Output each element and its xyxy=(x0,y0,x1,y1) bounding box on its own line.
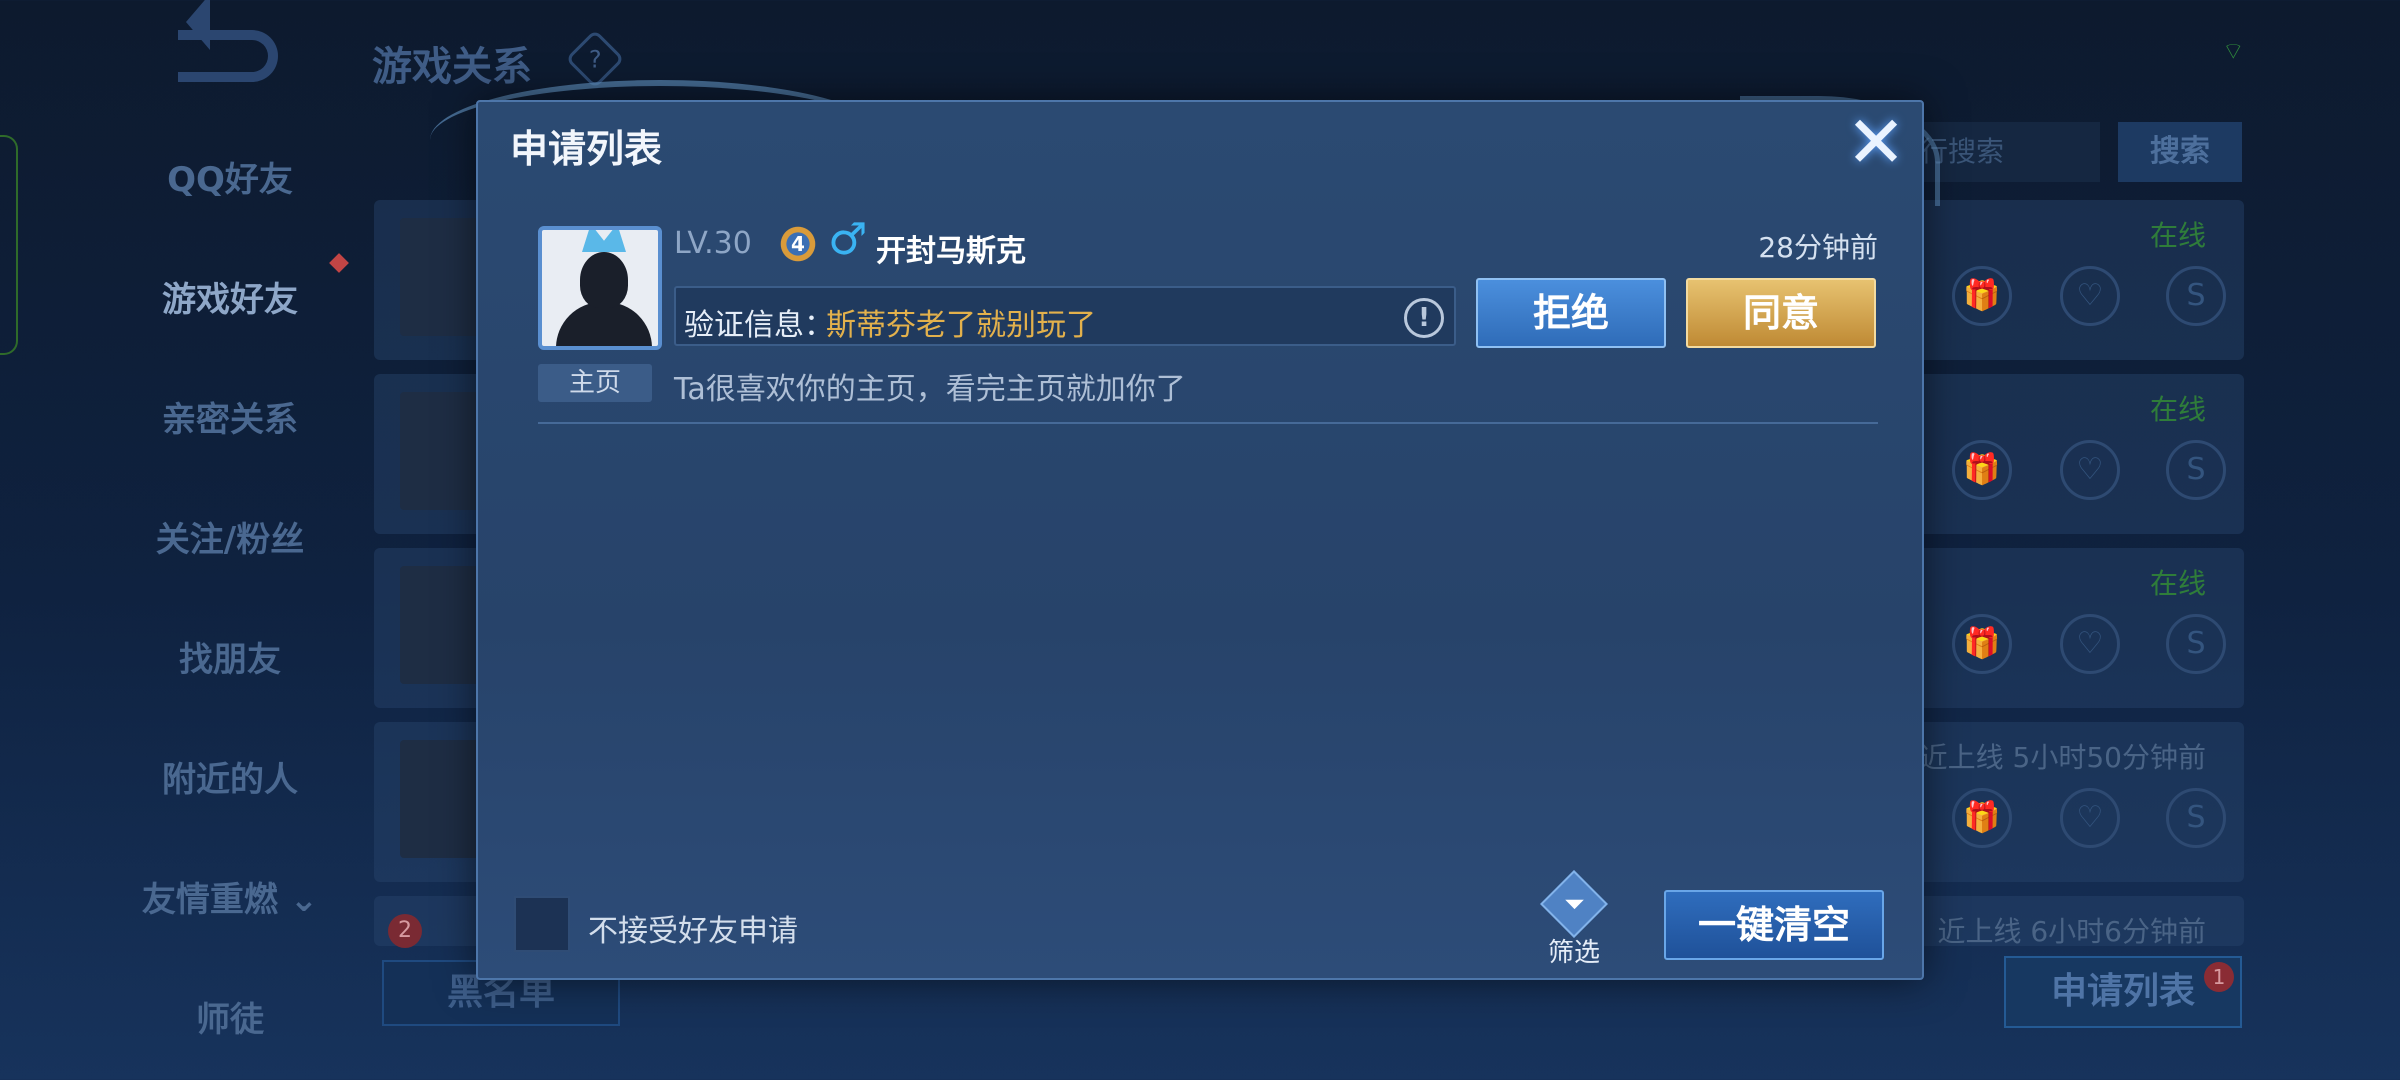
close-icon[interactable]: ✕ xyxy=(1838,106,1914,182)
male-icon: ♂ xyxy=(828,214,868,265)
heart-icon[interactable]: ♡ xyxy=(2060,788,2120,848)
applicant-level: LV.30 xyxy=(674,226,752,261)
reject-requests-checkbox[interactable] xyxy=(514,896,570,952)
avatar-silhouette-head xyxy=(580,252,628,308)
s-coin-icon[interactable]: S xyxy=(2166,440,2226,500)
page-title: 游戏关系 xyxy=(372,44,532,90)
heart-icon[interactable]: ♡ xyxy=(2060,266,2120,326)
row-badge: 2 xyxy=(388,914,422,948)
s-coin-icon[interactable]: S xyxy=(2166,614,2226,674)
sidebar-item-mentor[interactable]: 师徒 xyxy=(120,980,340,1080)
apply-list-dialog: 申请列表 ✕ LV.30 4 ♂ 开封马斯克 28分钟前 验证信息： 斯蒂芬老了… xyxy=(476,100,1924,980)
reject-button[interactable]: 拒绝 xyxy=(1476,278,1666,348)
avatar-frame-crown xyxy=(582,230,626,252)
verify-label: 验证信息： xyxy=(684,308,834,343)
applicant-avatar[interactable] xyxy=(538,226,662,350)
apply-count-badge: 1 xyxy=(2204,962,2234,992)
sidebar-item-rekindle[interactable]: 友情重燃 ⌄ xyxy=(120,860,340,980)
accept-button[interactable]: 同意 xyxy=(1686,278,1876,348)
status-text: 近上线 5小时50分钟前 xyxy=(1919,741,2206,774)
status-text: 近上线 6小时6分钟前 xyxy=(1937,915,2206,948)
sidebar-item-find-friends[interactable]: 找朋友 xyxy=(120,620,340,740)
sidebar: QQ好友 游戏好友 亲密关系 关注/粉丝 找朋友 附近的人 友情重燃 ⌄ 师徒 xyxy=(120,140,349,1080)
request-time: 28分钟前 xyxy=(1758,231,1878,264)
status-text: 在线 xyxy=(2149,393,2206,426)
sidebar-item-qq-friends[interactable]: QQ好友 xyxy=(120,140,340,260)
gift-icon[interactable]: 🎁 xyxy=(1952,440,2012,500)
back-icon[interactable] xyxy=(178,30,278,82)
applicant-name: 开封马斯克 xyxy=(876,234,1026,269)
dialog-title: 申请列表 xyxy=(510,127,663,171)
home-source-text: Ta很喜欢你的主页，看完主页就加你了 xyxy=(674,372,1186,407)
gift-icon[interactable]: 🎁 xyxy=(1952,614,2012,674)
clear-all-button[interactable]: 一键清空 xyxy=(1664,890,1884,960)
help-icon[interactable]: ? xyxy=(565,29,625,89)
s-coin-icon[interactable]: S xyxy=(2166,788,2226,848)
wifi-icon: ⌔ xyxy=(2222,37,2245,65)
gift-icon[interactable]: 🎁 xyxy=(1952,788,2012,848)
status-text: 在线 xyxy=(2149,219,2206,252)
gift-icon[interactable]: 🎁 xyxy=(1952,266,2012,326)
filter-icon: ⏷ xyxy=(1540,870,1608,938)
avatar-silhouette-body xyxy=(556,302,652,346)
status-text: 在线 xyxy=(2149,567,2206,600)
sidebar-item-game-friends[interactable]: 游戏好友 xyxy=(120,260,340,380)
sidebar-item-follow-fans[interactable]: 关注/粉丝 xyxy=(120,500,340,620)
verify-message-box: 验证信息： 斯蒂芬老了就别玩了 ! xyxy=(674,286,1456,346)
heart-icon[interactable]: ♡ xyxy=(2060,614,2120,674)
sidebar-item-nearby[interactable]: 附近的人 xyxy=(120,740,340,860)
s-coin-icon[interactable]: S xyxy=(2166,266,2226,326)
filter-button[interactable]: ⏷ 筛选 xyxy=(1532,870,1616,970)
heart-icon[interactable]: ♡ xyxy=(2060,440,2120,500)
sidebar-item-intimate[interactable]: 亲密关系 xyxy=(120,380,340,500)
divider xyxy=(538,422,1878,424)
report-icon[interactable]: ! xyxy=(1404,298,1444,338)
verify-text: 斯蒂芬老了就别玩了 xyxy=(826,308,1096,343)
side-handle[interactable] xyxy=(0,135,18,355)
rank-badge-icon: 4 xyxy=(778,224,818,264)
checkbox-label: 不接受好友申请 xyxy=(588,914,798,949)
home-tag[interactable]: 主页 xyxy=(538,364,652,402)
search-button[interactable]: 搜索 xyxy=(2118,122,2242,182)
